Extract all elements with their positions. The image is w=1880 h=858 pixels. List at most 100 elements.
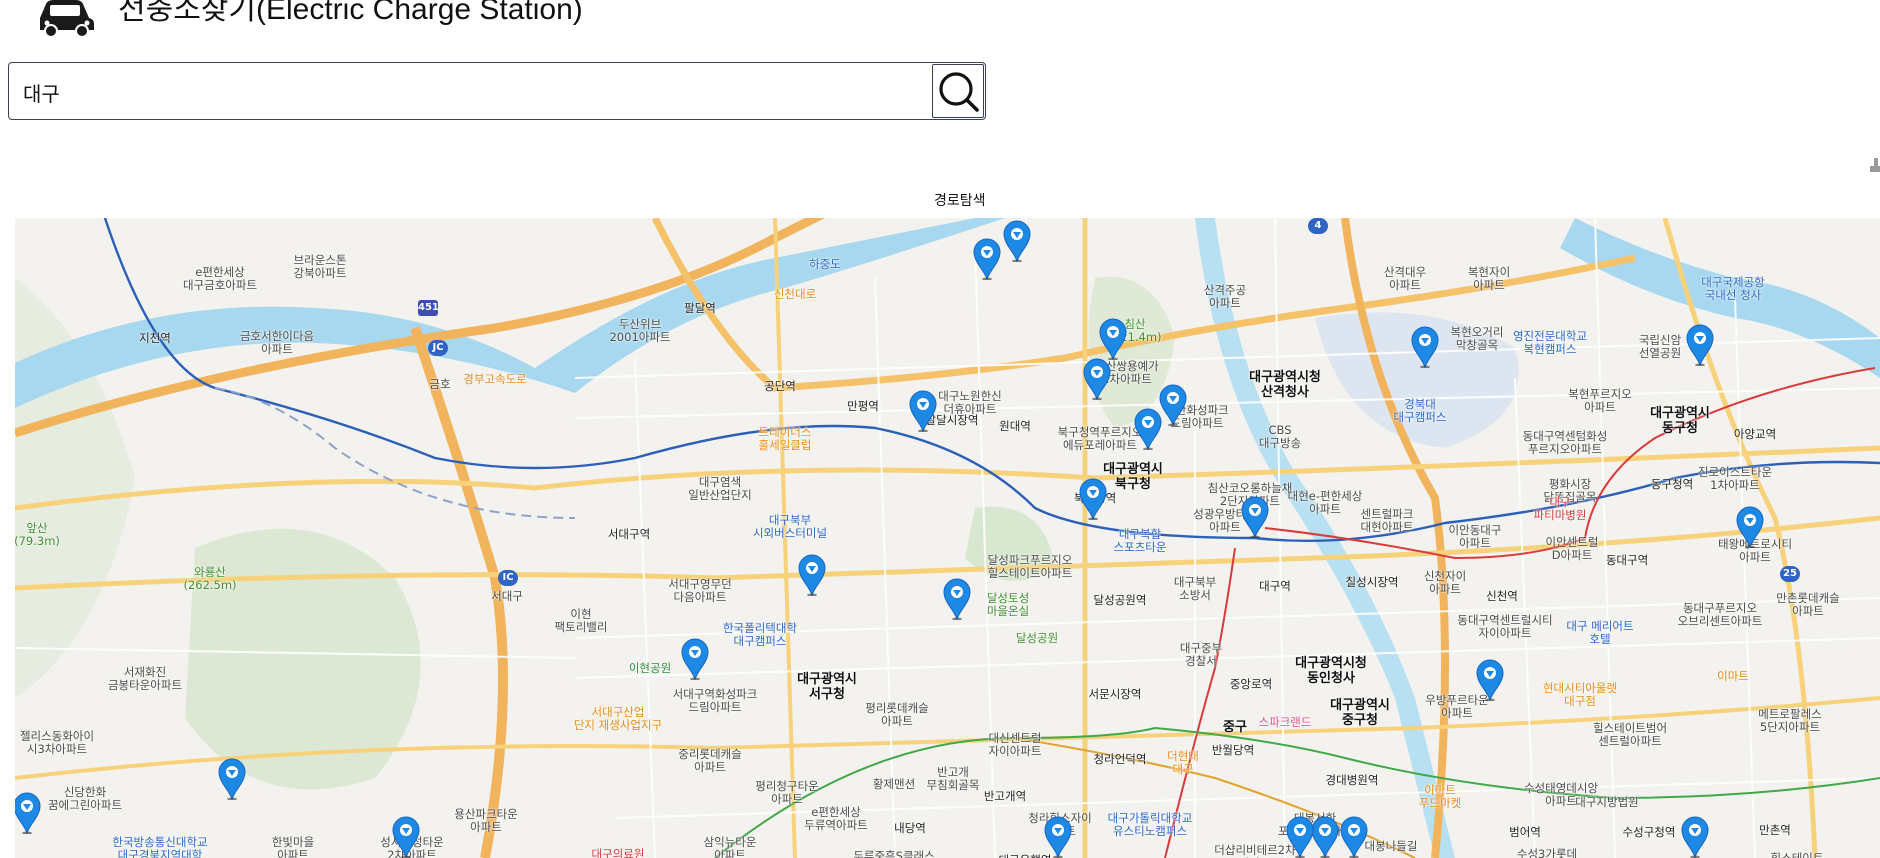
road-badge-ic-ic: IC: [498, 570, 518, 586]
map-label-sincheon-apt: 신천자이 아파트: [1423, 569, 1467, 596]
map-label-seojaehwa: 서재화진 금봉타운아파트: [107, 665, 183, 692]
map-label-dalseong-toseong: 달성토성 마을온실: [986, 591, 1030, 618]
map-label-buk-gu-office: 대구광역시 북구청: [1103, 462, 1163, 492]
map-label-hwangje: 황제맨션: [872, 777, 916, 791]
map-label-yongsan-park: 용산파크타운 아파트: [454, 807, 518, 834]
map-label-sangyeok-daewoo: 산격대우 아파트: [1383, 265, 1427, 292]
map-label-dalseong-park: 달성파크푸르지오 힐스테이트아파트: [987, 553, 1073, 580]
map-label-trader: 트레이더스 홀세일클럽: [758, 425, 812, 452]
map-label-dongdaegu: 동대구역: [1605, 553, 1649, 567]
map-label-sangyeok-jugong: 산격주공 아파트: [1203, 283, 1247, 310]
map-label-seodaegu-yeoksungpark: 서대구역화성파크 드림아파트: [672, 687, 758, 714]
map-label-seodaegu-ic: 서대구: [491, 589, 523, 603]
map-label-hillstate: 힐스테이트: [1770, 851, 1824, 858]
search-icon: [939, 72, 979, 112]
map-label-airport: 대구국제공항 국내선 청사: [1701, 275, 1765, 302]
map-label-manpyeong: 만평역: [847, 399, 879, 413]
map-label-bangogae-st: 반고개역: [983, 789, 1027, 803]
map-label-naedang: 내당역: [894, 821, 926, 835]
map-label-bokhyeon-prugio: 복현푸르지오 아파트: [1568, 387, 1632, 414]
charge-station-marker-12[interactable]: [680, 638, 710, 680]
map-label-daegu-bukbu: 대구북부 시외버스터미널: [752, 513, 828, 540]
freight-railway: [214, 387, 576, 519]
search-button[interactable]: [932, 64, 984, 118]
map-label-emart-food: 이마트 푸드마켓: [1418, 783, 1462, 810]
map-label-donggu-centum: 동대구역센텀화성 푸르지오아파트: [1522, 429, 1608, 456]
map-label-emart: 이마트: [1717, 669, 1749, 683]
charge-station-marker-17[interactable]: [1043, 816, 1073, 858]
charge-station-marker-1[interactable]: [1002, 220, 1032, 262]
charge-station-marker-4[interactable]: [1082, 358, 1112, 400]
map-label-gyeongdae: 경대병원역: [1325, 773, 1379, 787]
map-label-dalseong-st: 달성공원역: [1093, 593, 1147, 607]
road-badge-ic-jc: JC: [428, 340, 448, 356]
map-label-manchon: 만촌롯데캐슬 아파트: [1776, 591, 1840, 618]
map-label-seodaegu-st: 서대구역: [607, 527, 651, 541]
map-label-daesin-centum: 대신센트럴 자이아파트: [988, 731, 1042, 758]
map-background: [15, 218, 1880, 858]
map-label-duksan-wibe: 두산위브 2001아파트: [609, 317, 671, 344]
map-label-daegu-bukbu-fire: 대구북부 소방서: [1173, 575, 1217, 602]
charge-station-marker-6[interactable]: [908, 390, 938, 432]
charge-station-marker-23[interactable]: [1685, 324, 1715, 366]
map-label-ian-centum: 이안센트럴 D아파트: [1545, 535, 1599, 562]
charge-station-marker-11[interactable]: [942, 578, 972, 620]
charge-station-marker-3[interactable]: [1098, 318, 1128, 360]
map-label-daegu-hospital: 대구의료원: [591, 847, 645, 858]
map-label-bokhyeon-market: 복현오거리 막창골목: [1450, 325, 1504, 352]
map-label-jinroi: 진로이스트타운 1차아파트: [1697, 465, 1773, 492]
charge-station-marker-15[interactable]: [15, 792, 42, 834]
charge-station-marker-16[interactable]: [391, 816, 421, 858]
charge-station-marker-2[interactable]: [972, 238, 1002, 280]
map-label-hyundai-daegu: 더현대 대구: [1167, 749, 1199, 776]
charge-station-marker-20[interactable]: [1285, 816, 1315, 858]
charge-station-marker-21[interactable]: [1680, 816, 1710, 858]
car-charging-icon: [40, 0, 94, 36]
map-label-dongdaegu-centum2: 동대구역센트럴시티 자이아파트: [1457, 613, 1553, 640]
map-label-seodaegu-sanup: 서대구산업 단지 재생사업지구: [573, 705, 663, 732]
map-label-wondae: 원대역: [999, 419, 1031, 433]
app-title: 전충소찾기(Electric Charge Station): [118, 0, 583, 26]
map-label-hillstate-centum: 힐스테이트범어 센트럴아파트: [1592, 721, 1668, 748]
charge-station-marker-9[interactable]: [1240, 496, 1270, 538]
map-label-gyeongbu-road: 경부고속도로: [463, 372, 527, 386]
map-label-cheongna: 청라언덕역: [1093, 752, 1147, 766]
map-label-seogu-office: 대구광역시 서구청: [797, 672, 857, 702]
map-canvas[interactable]: e편한세상 대구금호아파트 브라운스톤 강북아파트 지천역 금호서한이다음 아파트 두산…: [15, 218, 1880, 858]
map-label-hanguk-bangsong: 한국방송통신대학교 대구경북지역대학: [112, 835, 208, 858]
charge-station-marker-7[interactable]: [1133, 408, 1163, 450]
map-label-apsan: 앞산 (79.3m): [15, 521, 60, 548]
charge-station-marker-8[interactable]: [1078, 478, 1108, 520]
map-label-sincheon-road: 신천대로: [773, 287, 817, 301]
search-input[interactable]: [21, 71, 925, 113]
map-label-city-hall-dongin: 대구광역시청 동인청사: [1295, 656, 1367, 686]
map-label-samik-new: 삼익뉴타운 아파트: [703, 835, 757, 858]
map-label-jungangno: 중앙로역: [1229, 677, 1273, 691]
map-label-junggu-office: 대구광역시 중구청: [1330, 698, 1390, 728]
map-label-fatima: 대구 파티마병원: [1533, 495, 1587, 522]
map-label-sinwon: 신당한화 꿈에그린아파트: [47, 785, 123, 812]
map-label-daegu-court: 대구지방법원: [1575, 795, 1639, 809]
map-label-ayanggyo: 아양교역: [1733, 427, 1777, 441]
map-label-susung-3: 수성3가롯데 캐슬아파트: [1516, 847, 1578, 858]
map-label-yeongjin: 영진전문대학교 복현캠퍼스: [1512, 329, 1588, 356]
daegu-arterial-1: [15, 445, 1880, 511]
map-label-bukgu-edu: 북구청역푸르지오 에듀포레아파트: [1057, 425, 1143, 452]
charge-station-marker-19[interactable]: [1339, 816, 1369, 858]
map-label-jungri-lotte: 중리롯데캐슬 아파트: [678, 747, 742, 774]
charge-station-marker-22[interactable]: [1735, 506, 1765, 548]
map-label-daegu-yeomsaek: 대구염색 일반산업단지: [688, 475, 752, 502]
map-label-sincheon-st: 신천역: [1486, 589, 1518, 603]
charge-station-marker-10[interactable]: [797, 554, 827, 596]
charge-station-marker-14[interactable]: [217, 758, 247, 800]
map-label-knu: 경북대 대구캠퍼스: [1393, 397, 1447, 424]
charge-station-marker-13[interactable]: [1475, 659, 1505, 701]
map-label-daegu-st: 대구역: [1259, 579, 1291, 593]
map-label-browns: 브라운스톤 강북아파트: [293, 253, 347, 280]
map-label-korea-polytech: 한국폴리텍대학 대구캠퍼스: [722, 621, 798, 648]
map-label-centum-park: 센트럴파크 대현아파트: [1360, 507, 1414, 534]
map-label-jung-gu: 중구: [1223, 720, 1247, 735]
map-label-bokhyeon-ja: 복현자이 아파트: [1467, 265, 1511, 292]
charge-station-marker-24[interactable]: [1410, 326, 1440, 368]
route-search-label[interactable]: 경로탐색: [934, 190, 986, 210]
